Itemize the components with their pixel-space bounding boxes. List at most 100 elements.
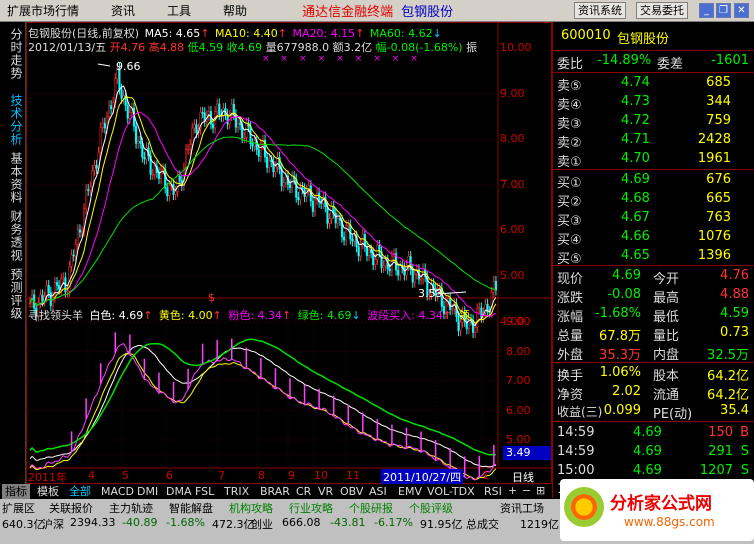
- status-total-value: 1219亿: [520, 518, 559, 531]
- tab-basic-info[interactable]: 基本资料: [3, 152, 23, 204]
- menu-item-news[interactable]: 资讯: [104, 2, 142, 19]
- bid-row: 买④ 4.66 1076: [553, 228, 754, 248]
- left-tabs: 分时走势 技术分析 基本资料 财务透视 预测评级: [0, 22, 26, 484]
- bid-price: 4.67: [621, 210, 650, 225]
- indicator-tab[interactable]: BRAR: [257, 484, 293, 499]
- x-tick: 11: [346, 469, 360, 482]
- news-system-button[interactable]: 资讯系统: [574, 2, 626, 19]
- price-tick: 10.00: [500, 41, 532, 54]
- chart-svg: [26, 22, 552, 484]
- indicator-tab[interactable]: VOL-TDX: [424, 484, 478, 499]
- indicator-tab[interactable]: RSI: [481, 484, 505, 499]
- weicha-value: -1601: [711, 53, 749, 68]
- stat-label: 收益(三): [557, 405, 603, 419]
- tab-intraday[interactable]: 分时走势: [3, 28, 23, 80]
- stat-label: 最低: [653, 310, 680, 325]
- function-tab[interactable]: 智能解盘: [169, 500, 213, 516]
- period-label[interactable]: 日线: [512, 469, 534, 485]
- weibi-value: -14.89%: [597, 53, 652, 68]
- stat-value: 4.69: [612, 268, 641, 283]
- indicator-tab[interactable]: VR: [315, 484, 336, 499]
- indicator-tab[interactable]: 模板: [34, 484, 62, 499]
- status-index-1-amount: 472.3亿: [212, 518, 255, 531]
- ask-label: 卖④: [557, 98, 582, 113]
- stat-value: 2.02: [612, 384, 641, 399]
- menu-item-tools[interactable]: 工具: [160, 2, 198, 19]
- indicator-tick: 5.00: [506, 433, 531, 446]
- indicator-tab[interactable]: OBV: [337, 484, 366, 499]
- stat-label: PE(动): [653, 407, 693, 422]
- grid: [26, 47, 498, 468]
- menu-item-help[interactable]: 帮助: [216, 2, 254, 19]
- indicator-tab[interactable]: 指标: [2, 484, 30, 499]
- ask-label: 卖⑤: [557, 79, 582, 94]
- function-tab-news[interactable]: 资讯工场: [500, 500, 544, 516]
- x-tick: 9: [288, 469, 295, 482]
- tick-row: 14:59 4.69 291 S: [553, 443, 754, 462]
- chart-area[interactable]: 包钢股份(日线,前复权) MA5: 4.65↑ MA10: 4.40↑ MA20…: [26, 22, 552, 485]
- indicator-tab[interactable]: ASI: [366, 484, 390, 499]
- app-title: 通达信金融终端: [302, 5, 394, 20]
- stat-value: 0.099: [603, 403, 641, 418]
- indicator-tab[interactable]: DMA: [163, 484, 195, 499]
- tick-time: 14:59: [557, 444, 595, 459]
- ask-row: 卖④ 4.73 344: [553, 93, 754, 113]
- indicator-tab[interactable]: CR: [293, 484, 314, 499]
- minimize-icon[interactable]: _: [699, 3, 714, 18]
- function-tab[interactable]: 个股评级: [409, 500, 453, 516]
- indicator-tab[interactable]: FSL: [192, 484, 217, 499]
- ask-price: 4.70: [621, 151, 650, 166]
- tick-price: 4.69: [633, 463, 662, 478]
- tab-forecast[interactable]: 预测评级: [3, 268, 23, 320]
- indicator-tick: 7.00: [506, 374, 531, 387]
- chart-control-button[interactable]: +: [508, 484, 517, 497]
- change-value: 幅-0.08(-1.68%): [375, 41, 463, 54]
- stat-value: 35.4: [720, 403, 749, 418]
- status-total-label: 总成交: [466, 518, 499, 531]
- trade-button[interactable]: 交易委托: [636, 2, 688, 19]
- ask-volume: 685: [706, 75, 731, 90]
- stat-row: 净资 2.02 流通 64.2亿: [553, 383, 754, 403]
- status-index-2-pct: -6.17%: [374, 516, 413, 529]
- function-tab[interactable]: 关联报价: [49, 500, 93, 516]
- menu-item-market[interactable]: 扩展市场行情: [0, 2, 86, 19]
- tab-finance[interactable]: 财务透视: [3, 210, 23, 262]
- chart-control-button[interactable]: −: [522, 484, 531, 497]
- function-tab[interactable]: 机构攻略: [229, 500, 273, 516]
- function-tab[interactable]: 扩展区: [2, 500, 35, 516]
- x-tick: 1: [482, 469, 489, 482]
- indicator-tick: 6.00: [506, 403, 531, 417]
- amplitude-label: 振: [466, 41, 478, 54]
- stat-value: 64.2亿: [707, 388, 749, 403]
- function-tab[interactable]: 主力轨迹: [109, 500, 153, 516]
- watermark-title: 分析家公式网: [610, 494, 712, 514]
- chart-control-button[interactable]: ⊞: [536, 484, 545, 497]
- indicator-tab[interactable]: DMI: [134, 484, 161, 499]
- x-tick: 2011年: [28, 471, 67, 484]
- ask-volume: 759: [706, 113, 731, 128]
- function-tab[interactable]: 个股研报: [349, 500, 393, 516]
- ask-row: 卖⑤ 4.74 685: [553, 74, 754, 94]
- close-icon[interactable]: ✕: [734, 3, 749, 18]
- status-index-1-change: -40.89: [122, 516, 158, 529]
- ask-volume: 344: [706, 94, 731, 109]
- bid-volume: 665: [706, 191, 731, 206]
- bid-row: 买① 4.69 676: [553, 171, 754, 191]
- divider: [553, 362, 754, 363]
- indicator-tab[interactable]: EMV: [395, 484, 425, 499]
- tick-price: 4.69: [633, 444, 662, 459]
- function-tab[interactable]: 行业攻略: [289, 500, 333, 516]
- indicator-tab[interactable]: MACD: [98, 484, 137, 499]
- indicator-tab[interactable]: 全部: [66, 484, 94, 499]
- indicator-tick: 9.00: [506, 315, 531, 328]
- restore-icon[interactable]: ❐: [716, 3, 731, 18]
- signal-icon: $: [208, 291, 215, 304]
- stat-value: 64.2亿: [707, 369, 749, 384]
- stat-label: 量比: [653, 329, 680, 344]
- indicator-tab[interactable]: TRIX: [221, 484, 252, 499]
- crosshair-date: 2011/10/27/四: [381, 469, 464, 485]
- ask-label: 卖①: [557, 155, 582, 170]
- stock-code: 600010: [561, 28, 611, 43]
- menu-bar: 扩展市场行情 资讯 工具 帮助 通达信金融终端 包钢股份 资讯系统 交易委托 _…: [0, 0, 754, 22]
- tab-technical[interactable]: 技术分析: [3, 94, 23, 146]
